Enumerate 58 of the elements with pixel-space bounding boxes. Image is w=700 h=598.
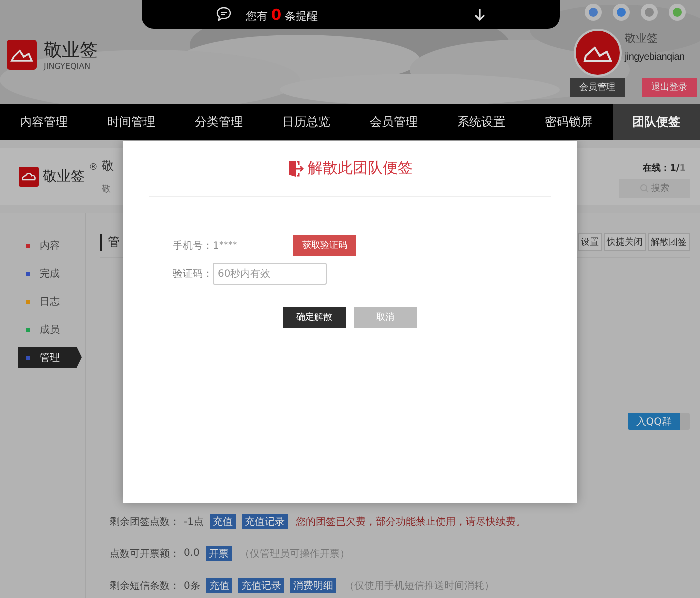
row-button[interactable]: 充值记录	[238, 578, 284, 593]
nav-tab[interactable]: 内容管理	[0, 104, 88, 140]
get-code-button[interactable]: 获取验证码	[293, 235, 356, 256]
row-label: 点数可开票额：	[110, 548, 180, 560]
exit-door-icon	[287, 160, 305, 178]
row-label: 剩余短信条数：	[110, 580, 180, 592]
action-button[interactable]: 解散团签	[648, 233, 690, 251]
phone-label: 手机号：1	[173, 240, 220, 252]
row-button[interactable]: 充值	[210, 514, 236, 529]
notice-text: 您有 0 条提醒	[246, 6, 318, 24]
action-button[interactable]: 设置	[578, 233, 602, 251]
avatar-icon	[574, 29, 622, 77]
sidebar-item[interactable]: 内容	[18, 235, 82, 256]
nav-tab[interactable]: 会员管理	[350, 104, 438, 140]
chat-bubble-icon	[216, 7, 232, 22]
logout-button[interactable]: 退出登录	[642, 78, 697, 97]
action-button[interactable]: 快捷关闭	[604, 233, 646, 251]
nav-tab[interactable]: 日历总览	[262, 104, 350, 140]
brand-name: 敬业签	[43, 168, 85, 186]
code-input[interactable]: 60秒内有效	[213, 263, 327, 285]
logo-icon	[19, 166, 39, 186]
row-value: -1点	[184, 516, 204, 528]
nav-tab[interactable]: 分类管理	[175, 104, 262, 140]
join-qq-button[interactable]: 入QQ群	[628, 413, 690, 430]
team-name: 敬	[102, 158, 114, 174]
sidebar-item[interactable]: 日志	[18, 291, 82, 312]
masked-phone: ****	[219, 240, 238, 250]
row-button[interactable]: 开票	[206, 546, 232, 561]
row-button[interactable]: 充值记录	[242, 514, 288, 529]
row-value: 0条	[184, 580, 200, 592]
note-text: （仅使用手机短信推送时间消耗）	[344, 580, 494, 592]
row-value: 0.0	[184, 548, 200, 559]
member-button[interactable]: 会员管理	[570, 78, 625, 97]
online-count: 在线：1/1	[643, 162, 686, 175]
logo-icon	[7, 40, 37, 70]
row-button[interactable]: 充值	[206, 578, 232, 593]
team-description: 敬	[102, 184, 112, 196]
nav-tab[interactable]: 时间管理	[88, 104, 175, 140]
user-account: jingyebianqian	[625, 52, 685, 63]
sidebar-item[interactable]: 管理	[18, 347, 82, 368]
brand-pinyin: JINGYEQIAN	[44, 62, 92, 71]
dialog-title: 解散此团队便签	[308, 159, 413, 178]
nav-tab[interactable]: 系统设置	[438, 104, 525, 140]
nav-tab[interactable]: 密码锁屏	[525, 104, 612, 140]
row-button[interactable]: 消费明细	[290, 578, 336, 593]
note-text: （仅管理员可操作开票）	[240, 548, 350, 560]
brand-name: 敬业签	[44, 39, 98, 62]
section-heading: 管	[100, 234, 120, 250]
sidebar-item[interactable]: 完成	[18, 263, 82, 284]
confirm-button[interactable]: 确定解散	[283, 307, 346, 328]
row-label: 剩余团签点数：	[110, 516, 180, 528]
registered-mark: ®	[89, 162, 98, 172]
nav-tab[interactable]: 团队便签	[612, 104, 700, 140]
down-arrow-icon[interactable]	[474, 8, 486, 22]
sidebar-item[interactable]: 成员	[18, 319, 82, 340]
warning-text: 您的团签已欠费，部分功能禁止使用，请尽快续费。	[296, 516, 526, 528]
user-name: 敬业签	[625, 31, 659, 46]
code-label: 验证码：	[173, 268, 213, 281]
